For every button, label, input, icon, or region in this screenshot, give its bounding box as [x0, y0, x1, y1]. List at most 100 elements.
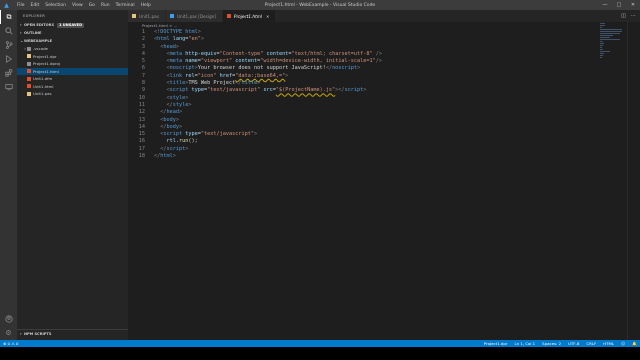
- menu-item-go[interactable]: Go: [86, 3, 98, 8]
- menu-item-run[interactable]: Run: [98, 3, 113, 8]
- editor-tab[interactable]: Unit1.pas: [128, 10, 166, 22]
- warning-count: 0: [16, 341, 19, 346]
- menu-item-help[interactable]: Help: [138, 3, 154, 8]
- search-icon[interactable]: [0, 24, 17, 38]
- code-token: "text/javascript": [200, 131, 254, 138]
- status-cursor[interactable]: Ln 1, Col 1: [514, 341, 535, 346]
- window-controls: — □ ✕: [598, 0, 640, 10]
- minimap-line: [600, 47, 603, 48]
- split-editor-icon[interactable]: ◫: [621, 13, 626, 19]
- code-token: style: [172, 101, 189, 108]
- minimap-line: [600, 33, 620, 34]
- code-text: <html lang="en">: [154, 36, 204, 43]
- remote-explorer-icon[interactable]: [0, 80, 17, 94]
- code-line: 9 <script type="text/javascript" src="$(…: [128, 87, 598, 94]
- code-token: html: [160, 153, 173, 160]
- code-line: 7 <link rel="icon" href="data:;base64,="…: [128, 73, 598, 80]
- file-icon: [132, 14, 136, 18]
- code-token: >: [200, 36, 204, 43]
- code-line: 1 <!DOCTYPE html>: [128, 29, 598, 36]
- explorer-sidebar: EXPLORER › OPEN EDITORS 1 UNSAVED › OUTL…: [17, 10, 128, 340]
- line-number: 16: [138, 138, 145, 145]
- editor-tab[interactable]: Project1.html ✕: [222, 10, 277, 22]
- code-token: >: [175, 116, 179, 123]
- feedback-icon[interactable]: ☺: [621, 341, 625, 346]
- code-line: 8 <title>TMS Web Project</title>: [128, 80, 598, 87]
- npm-scripts-section[interactable]: › NPM SCRIPTS: [17, 329, 128, 338]
- vertical-scrollbar[interactable]: [627, 22, 640, 340]
- minimap[interactable]: [598, 22, 628, 340]
- status-project[interactable]: Project1.dpr: [484, 341, 508, 346]
- file-tree-item[interactable]: Unit1.html: [17, 83, 128, 91]
- menu-item-file[interactable]: File: [14, 3, 28, 8]
- code-token: "Content-type": [219, 50, 264, 57]
- code-token: content: [266, 50, 289, 57]
- file-tree-item[interactable]: Project1.dproj: [17, 60, 128, 68]
- file-icon: [27, 91, 31, 96]
- file-name: Project1.dproj: [33, 61, 60, 66]
- minimap-line: [600, 41, 604, 42]
- code-token: noscript: [169, 65, 195, 72]
- close-tab-icon[interactable]: ✕: [266, 14, 269, 19]
- file-tree-item[interactable]: Unit1.pas: [17, 90, 128, 98]
- file-name: Unit1.pas: [33, 91, 52, 96]
- source-control-icon[interactable]: [0, 38, 17, 52]
- explorer-icon[interactable]: ⧉: [0, 10, 17, 24]
- minimize-icon[interactable]: —: [598, 0, 612, 10]
- notifications-icon[interactable]: 🔔: [632, 341, 637, 346]
- run-debug-icon[interactable]: [0, 52, 17, 66]
- code-text: <meta http-equiv="Content-type" content=…: [154, 50, 383, 58]
- code-token: />: [375, 50, 383, 57]
- workspace-label: WEBEXAMPLE: [24, 39, 53, 43]
- status-encoding[interactable]: UTF-8: [568, 341, 579, 346]
- code-token: noscript: [332, 65, 358, 72]
- code-token: !DOCTYPE: [157, 29, 183, 35]
- file-tree-item[interactable]: Project1.html: [17, 67, 128, 75]
- code-token: "width=device-width, initial-scale=1": [260, 58, 376, 65]
- line-number: 3: [141, 43, 145, 50]
- minimap-line: [600, 27, 603, 28]
- breadcrumb[interactable]: Project1.html > ...: [128, 22, 622, 29]
- status-language[interactable]: HTML: [603, 341, 614, 346]
- editor-tab[interactable]: Unit1.pas [Design]: [165, 10, 223, 22]
- menu-item-terminal[interactable]: Terminal: [113, 3, 138, 8]
- file-tree-item[interactable]: › .vscode: [17, 45, 128, 53]
- code-token: link: [169, 72, 183, 79]
- code-text: <!DOCTYPE html>: [154, 29, 201, 36]
- outline-section[interactable]: › OUTLINE: [17, 29, 128, 37]
- gear-icon[interactable]: ⚙: [0, 326, 17, 340]
- maximize-icon[interactable]: □: [612, 0, 626, 10]
- code-token: script: [163, 131, 183, 138]
- code-text: <body>: [154, 117, 179, 124]
- line-number: 5: [141, 58, 145, 65]
- error-icon: ⊗: [3, 341, 7, 346]
- code-text: <script type="text/javascript" src="$(Pr…: [154, 87, 367, 94]
- code-token: lang: [172, 36, 186, 43]
- minimap-line: [600, 53, 605, 54]
- close-icon[interactable]: ✕: [626, 0, 640, 10]
- menu-item-selection[interactable]: Selection: [42, 3, 69, 8]
- line-number: 9: [141, 87, 145, 94]
- menu-item-edit[interactable]: Edit: [28, 3, 43, 8]
- status-eol[interactable]: CRLF: [586, 341, 596, 346]
- open-editors-section[interactable]: › OPEN EDITORS 1 UNSAVED: [17, 21, 128, 29]
- problems-indicator[interactable]: ⊗ 0 ⚠ 0: [3, 341, 18, 346]
- code-token: script: [344, 87, 364, 94]
- extensions-icon[interactable]: [0, 66, 17, 80]
- code-token: href: [219, 72, 233, 79]
- code-line: 15 <script type="text/javascript">: [128, 131, 598, 138]
- code-token: >: [172, 153, 176, 160]
- menu-item-view[interactable]: View: [69, 3, 86, 8]
- account-icon[interactable]: [0, 312, 17, 326]
- file-tree-item[interactable]: Unit1.dfm: [17, 75, 128, 83]
- workspace-section[interactable]: ⌄ WEBEXAMPLE: [17, 37, 128, 45]
- code-editor[interactable]: 1 <!DOCTYPE html> 2 <html lang="en"> 3 <head…: [128, 29, 598, 339]
- code-line: 18 </html>: [128, 153, 598, 160]
- more-actions-icon[interactable]: ⋯: [631, 13, 636, 19]
- code-token: >: [175, 43, 179, 50]
- file-name: Project1.dpr: [33, 53, 57, 59]
- file-tree-item[interactable]: Project1.dpr: [17, 53, 128, 61]
- status-spaces[interactable]: Spaces: 2: [542, 341, 561, 346]
- code-token: ></: [335, 87, 345, 94]
- code-token: html: [157, 36, 170, 43]
